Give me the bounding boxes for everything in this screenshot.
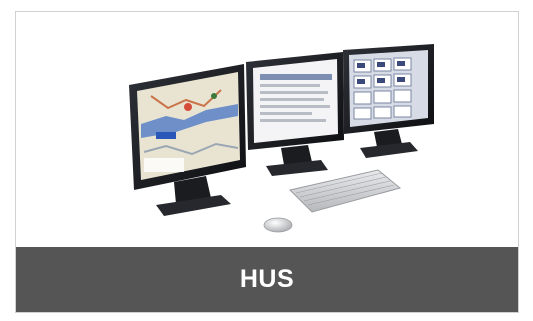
caption-bar[interactable]: HUS xyxy=(16,247,518,312)
card-caption[interactable]: HUS xyxy=(240,265,294,294)
keyboard xyxy=(289,169,402,213)
hus-card[interactable]: HUS xyxy=(15,11,519,313)
mouse xyxy=(263,217,293,233)
right-monitor xyxy=(343,44,434,158)
center-monitor xyxy=(246,52,344,176)
workstation-image xyxy=(16,12,518,247)
left-monitor xyxy=(129,64,246,216)
three-monitor-workstation-icon xyxy=(129,44,434,233)
